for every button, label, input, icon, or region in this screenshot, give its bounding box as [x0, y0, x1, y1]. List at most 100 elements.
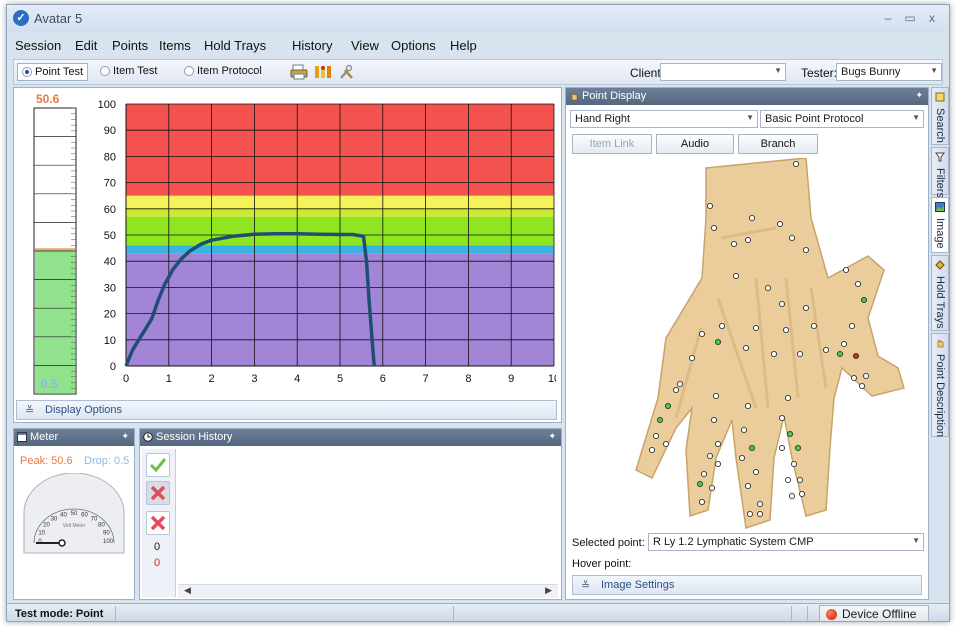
tools-icon[interactable] — [338, 64, 356, 80]
tab-search[interactable]: Search — [931, 87, 949, 145]
tab-hold-trays[interactable]: Hold Trays — [931, 255, 949, 331]
mark-ok-button[interactable] — [146, 453, 170, 477]
acupoint-marker[interactable] — [842, 266, 850, 274]
maximize-button[interactable]: ▭ — [903, 11, 917, 25]
session-history-list[interactable] — [178, 449, 558, 587]
acupoint-marker[interactable] — [802, 246, 810, 254]
item-link-button[interactable]: Item Link — [572, 134, 652, 154]
acupoint-marker[interactable] — [648, 446, 656, 454]
menu-items[interactable]: Items — [159, 38, 191, 53]
acupoint-marker[interactable] — [732, 272, 740, 280]
acupoint-marker[interactable] — [794, 444, 802, 452]
menu-help[interactable]: Help — [450, 38, 477, 53]
acupoint-marker[interactable] — [788, 234, 796, 242]
acupoint-marker[interactable] — [756, 510, 764, 518]
pin-icon[interactable]: ✦ — [121, 431, 129, 442]
horizontal-scrollbar[interactable]: ◀ ▶ — [178, 584, 558, 598]
acupoint-marker[interactable] — [752, 324, 760, 332]
acupoint-marker[interactable] — [706, 452, 714, 460]
acupoint-marker[interactable] — [788, 492, 796, 500]
acupoint-marker[interactable] — [712, 392, 720, 400]
acupoint-marker[interactable] — [672, 386, 680, 394]
acupoint-marker[interactable] — [698, 330, 706, 338]
acupoint-marker[interactable] — [696, 480, 704, 488]
scroll-left-icon[interactable]: ◀ — [184, 585, 191, 596]
acupoint-marker[interactable] — [840, 340, 848, 348]
acupoint-marker[interactable] — [860, 296, 868, 304]
tester-select[interactable]: Bugs Bunny ▼ — [836, 63, 942, 81]
mode-item-protocol[interactable]: Item Protocol — [184, 65, 262, 77]
acupoint-marker[interactable] — [764, 284, 772, 292]
acupoint-marker[interactable] — [710, 224, 718, 232]
pin-icon[interactable]: ✦ — [915, 90, 923, 101]
protocol-select[interactable]: Basic Point Protocol ▼ — [760, 110, 924, 128]
acupoint-marker[interactable] — [792, 160, 800, 168]
device-status-button[interactable]: Device Offline — [819, 605, 929, 621]
acupoint-marker[interactable] — [786, 430, 794, 438]
columns-icon[interactable] — [314, 64, 332, 80]
acupoint-marker[interactable] — [740, 426, 748, 434]
acupoint-marker[interactable] — [852, 352, 860, 360]
acupoint-marker[interactable] — [854, 280, 862, 288]
tab-image[interactable]: Image — [931, 197, 949, 253]
menu-points[interactable]: Points — [112, 38, 148, 53]
tab-point-description[interactable]: Point Description — [931, 333, 949, 437]
pin-icon[interactable]: ✦ — [548, 431, 556, 442]
menu-options[interactable]: Options — [391, 38, 436, 53]
acupoint-marker[interactable] — [698, 498, 706, 506]
acupoint-marker[interactable] — [748, 444, 756, 452]
acupoint-marker[interactable] — [784, 394, 792, 402]
acupoint-marker[interactable] — [688, 354, 696, 362]
mark-bad-button[interactable] — [146, 511, 170, 535]
acupoint-marker[interactable] — [782, 326, 790, 334]
location-select[interactable]: Hand Right ▼ — [570, 110, 758, 128]
mode-point-test[interactable]: Point Test — [17, 63, 89, 81]
acupoint-marker[interactable] — [714, 440, 722, 448]
acupoint-marker[interactable] — [798, 490, 806, 498]
menu-edit[interactable]: Edit — [75, 38, 97, 53]
tab-filters[interactable]: Filters — [931, 147, 949, 198]
acupoint-marker[interactable] — [744, 402, 752, 410]
branch-button[interactable]: Branch — [738, 134, 818, 154]
acupoint-marker[interactable] — [710, 416, 718, 424]
mode-item-test[interactable]: Item Test — [100, 65, 157, 77]
acupoint-marker[interactable] — [770, 350, 778, 358]
acupoint-marker[interactable] — [784, 476, 792, 484]
mark-bad-selected-button[interactable] — [146, 481, 170, 505]
acupoint-marker[interactable] — [850, 374, 858, 382]
acupoint-marker[interactable] — [746, 510, 754, 518]
acupoint-marker[interactable] — [822, 346, 830, 354]
acupoint-marker[interactable] — [744, 236, 752, 244]
acupoint-marker[interactable] — [706, 202, 714, 210]
acupoint-marker[interactable] — [662, 440, 670, 448]
acupoint-marker[interactable] — [714, 338, 722, 346]
print-icon[interactable] — [290, 64, 308, 80]
acupoint-marker[interactable] — [730, 240, 738, 248]
hand-image[interactable] — [606, 158, 906, 538]
display-options-bar[interactable]: ≚ Display Options — [16, 400, 557, 420]
acupoint-marker[interactable] — [676, 380, 684, 388]
acupoint-marker[interactable] — [718, 322, 726, 330]
acupoint-marker[interactable] — [742, 344, 750, 352]
acupoint-marker[interactable] — [652, 432, 660, 440]
acupoint-marker[interactable] — [810, 322, 818, 330]
close-button[interactable]: x — [925, 11, 939, 25]
image-settings-bar[interactable]: ≚ Image Settings — [572, 575, 922, 595]
acupoint-marker[interactable] — [796, 350, 804, 358]
acupoint-marker[interactable] — [700, 470, 708, 478]
menu-hold-trays[interactable]: Hold Trays — [204, 38, 266, 53]
acupoint-marker[interactable] — [796, 476, 804, 484]
acupoint-marker[interactable] — [790, 460, 798, 468]
acupoint-marker[interactable] — [664, 402, 672, 410]
acupoint-marker[interactable] — [752, 468, 760, 476]
minimize-button[interactable]: – — [881, 11, 895, 25]
acupoint-marker[interactable] — [708, 484, 716, 492]
acupoint-marker[interactable] — [802, 304, 810, 312]
menu-session[interactable]: Session — [15, 38, 61, 53]
acupoint-marker[interactable] — [776, 220, 784, 228]
acupoint-marker[interactable] — [656, 416, 664, 424]
acupoint-marker[interactable] — [714, 460, 722, 468]
menu-history[interactable]: History — [292, 38, 332, 53]
menu-view[interactable]: View — [351, 38, 379, 53]
acupoint-marker[interactable] — [778, 444, 786, 452]
